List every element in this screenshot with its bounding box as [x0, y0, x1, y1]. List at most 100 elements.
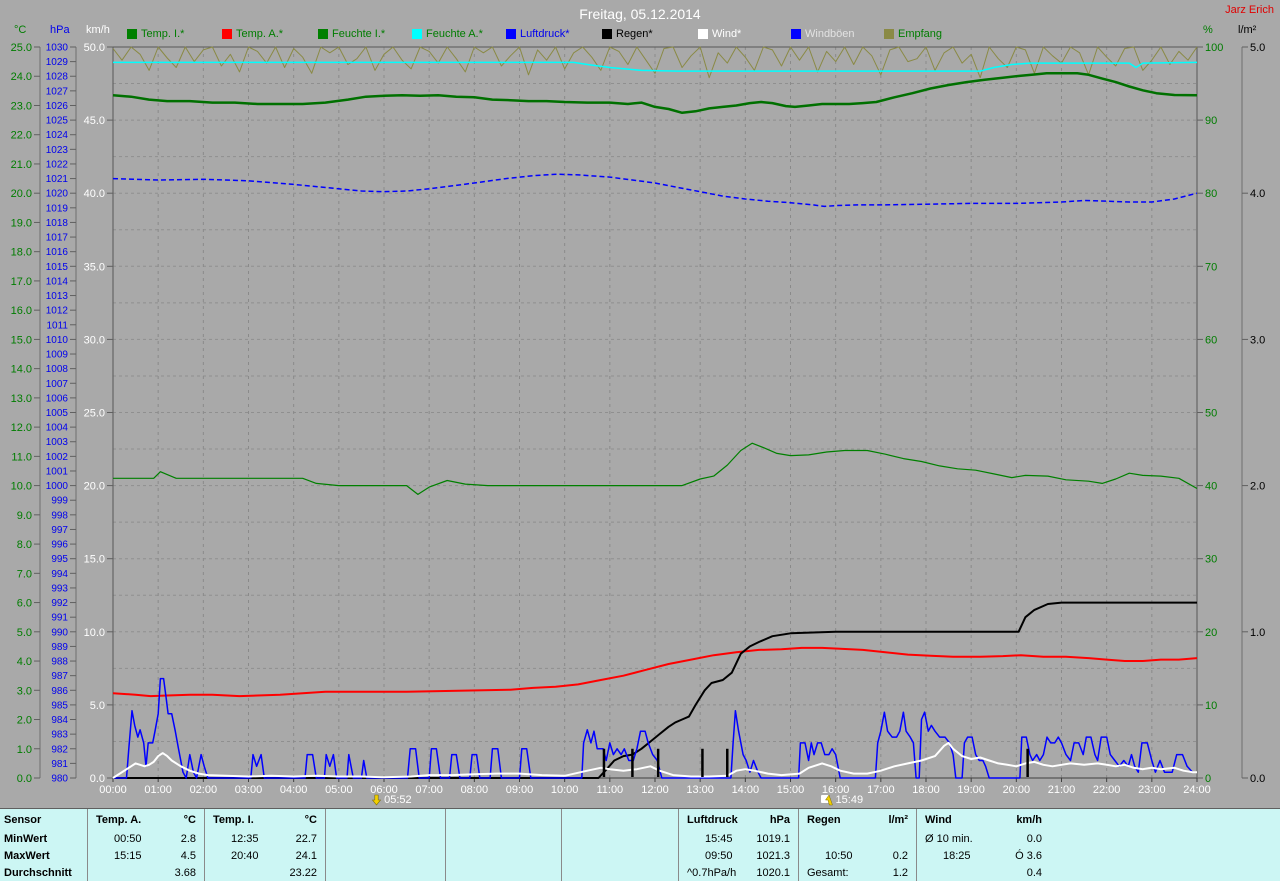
- svg-text:990: 990: [51, 627, 68, 638]
- svg-text:1008: 1008: [46, 364, 69, 375]
- svg-text:6.0: 6.0: [17, 598, 32, 610]
- svg-text:997: 997: [51, 525, 68, 536]
- svg-text:986: 986: [51, 686, 68, 697]
- stats-column-empty-1: [325, 809, 445, 881]
- svg-text:1020: 1020: [46, 189, 69, 200]
- stats-row-header-column: Sensor MinWert MaxWert Durchschnitt: [4, 813, 72, 879]
- svg-text:16.0: 16.0: [11, 305, 32, 317]
- svg-text:00:00: 00:00: [99, 784, 127, 796]
- sunset-marker: 15:49: [820, 794, 863, 806]
- svg-text:15:00: 15:00: [777, 784, 805, 796]
- svg-text:11.0: 11.0: [11, 451, 32, 463]
- stats-column-regen: Regen l/m² 10:50 0.2 Gesamt: 1.2: [798, 809, 916, 881]
- svg-text:50: 50: [1205, 408, 1217, 420]
- svg-text:1027: 1027: [46, 86, 69, 97]
- svg-text:985: 985: [51, 700, 68, 711]
- svg-text:15.0: 15.0: [11, 334, 32, 346]
- svg-text:1003: 1003: [46, 437, 69, 448]
- svg-text:1007: 1007: [46, 379, 69, 390]
- svg-text:10.0: 10.0: [11, 481, 32, 493]
- svg-text:22.0: 22.0: [11, 130, 32, 142]
- svg-text:3.0: 3.0: [17, 685, 32, 697]
- sun-down-icon: [372, 794, 382, 806]
- svg-text:1026: 1026: [46, 101, 69, 112]
- svg-text:991: 991: [51, 613, 68, 624]
- svg-text:1010: 1010: [46, 335, 69, 346]
- svg-text:1029: 1029: [46, 57, 69, 68]
- svg-text:0.0: 0.0: [17, 773, 32, 785]
- svg-text:995: 995: [51, 554, 68, 565]
- svg-text:19:00: 19:00: [957, 784, 985, 796]
- svg-text:03:00: 03:00: [235, 784, 263, 796]
- svg-text:1028: 1028: [46, 72, 69, 83]
- svg-text:18.0: 18.0: [11, 247, 32, 259]
- svg-text:14.0: 14.0: [11, 364, 32, 376]
- svg-text:30: 30: [1205, 554, 1217, 566]
- svg-text:30.0: 30.0: [84, 334, 105, 346]
- svg-text:90: 90: [1205, 115, 1217, 127]
- svg-text:23:00: 23:00: [1138, 784, 1166, 796]
- svg-text:1001: 1001: [46, 466, 69, 477]
- svg-text:07:00: 07:00: [415, 784, 443, 796]
- stats-column-luftdruck: Luftdruck hPa 15:45 1019.1 09:50 1021.3 ^0.…: [678, 809, 798, 881]
- svg-text:70: 70: [1205, 261, 1217, 273]
- svg-text:50.0: 50.0: [84, 42, 105, 54]
- svg-text:1004: 1004: [46, 423, 69, 434]
- svg-text:04:00: 04:00: [280, 784, 308, 796]
- svg-text:40: 40: [1205, 481, 1217, 493]
- stats-column-empty-3: [561, 809, 678, 881]
- svg-text:4.0: 4.0: [1250, 188, 1265, 200]
- stats-column-empty-2: [445, 809, 561, 881]
- svg-text:21:00: 21:00: [1048, 784, 1076, 796]
- svg-text:20.0: 20.0: [11, 188, 32, 200]
- svg-text:01:00: 01:00: [144, 784, 172, 796]
- svg-text:09:00: 09:00: [506, 784, 534, 796]
- svg-text:998: 998: [51, 510, 68, 521]
- weather-chart-canvas: 25.0 24.0 23.0 22.0 21.0 20.0 19.0 18.0 17.0 16.0…: [11, 42, 1266, 796]
- svg-text:983: 983: [51, 730, 68, 741]
- svg-text:1025: 1025: [46, 116, 69, 127]
- stats-column-temp-i: Temp. I. °C 12:35 22.7 20:40 24.1 23.22: [204, 809, 325, 881]
- svg-text:25.0: 25.0: [11, 42, 32, 54]
- svg-text:984: 984: [51, 715, 68, 726]
- svg-text:80: 80: [1205, 188, 1217, 200]
- svg-text:1024: 1024: [46, 130, 69, 141]
- svg-text:1014: 1014: [46, 276, 69, 287]
- svg-text:1005: 1005: [46, 408, 69, 419]
- svg-text:13:00: 13:00: [686, 784, 714, 796]
- svg-text:1030: 1030: [46, 43, 69, 54]
- svg-text:980: 980: [51, 774, 68, 785]
- svg-text:1006: 1006: [46, 393, 69, 404]
- svg-text:1000: 1000: [46, 481, 69, 492]
- svg-text:1021: 1021: [46, 174, 69, 185]
- svg-text:5.0: 5.0: [90, 700, 105, 712]
- svg-text:22:00: 22:00: [1093, 784, 1121, 796]
- svg-text:02:00: 02:00: [190, 784, 218, 796]
- svg-text:1019: 1019: [46, 203, 69, 214]
- svg-text:25.0: 25.0: [84, 408, 105, 420]
- svg-text:100: 100: [1205, 42, 1223, 54]
- weather-app-window: Freitag, 05.12.2014 Jarz Erich °C hPa km…: [0, 0, 1280, 881]
- svg-text:45.0: 45.0: [84, 115, 105, 127]
- svg-text:8.0: 8.0: [17, 539, 32, 551]
- svg-text:08:00: 08:00: [461, 784, 489, 796]
- axis-labels: 25.0 24.0 23.0 22.0 21.0 20.0 19.0 18.0 17.0 16.0…: [11, 42, 1266, 796]
- svg-text:12.0: 12.0: [11, 422, 32, 434]
- svg-text:989: 989: [51, 642, 68, 653]
- svg-text:7.0: 7.0: [17, 568, 32, 580]
- svg-text:35.0: 35.0: [84, 261, 105, 273]
- svg-text:1022: 1022: [46, 159, 69, 170]
- svg-text:23.0: 23.0: [11, 100, 32, 112]
- svg-text:1009: 1009: [46, 350, 69, 361]
- svg-text:10.0: 10.0: [84, 627, 105, 639]
- svg-text:1002: 1002: [46, 452, 69, 463]
- stats-column-temp-a: Temp. A. °C 00:50 2.8 15:15 4.5 3.68: [87, 809, 204, 881]
- svg-text:992: 992: [51, 598, 68, 609]
- svg-text:1.0: 1.0: [1250, 627, 1265, 639]
- svg-text:0.0: 0.0: [1250, 773, 1265, 785]
- svg-text:5.0: 5.0: [17, 627, 32, 639]
- svg-text:1011: 1011: [46, 320, 68, 331]
- svg-text:982: 982: [51, 744, 68, 755]
- svg-text:18:00: 18:00: [912, 784, 940, 796]
- svg-text:1017: 1017: [46, 233, 69, 244]
